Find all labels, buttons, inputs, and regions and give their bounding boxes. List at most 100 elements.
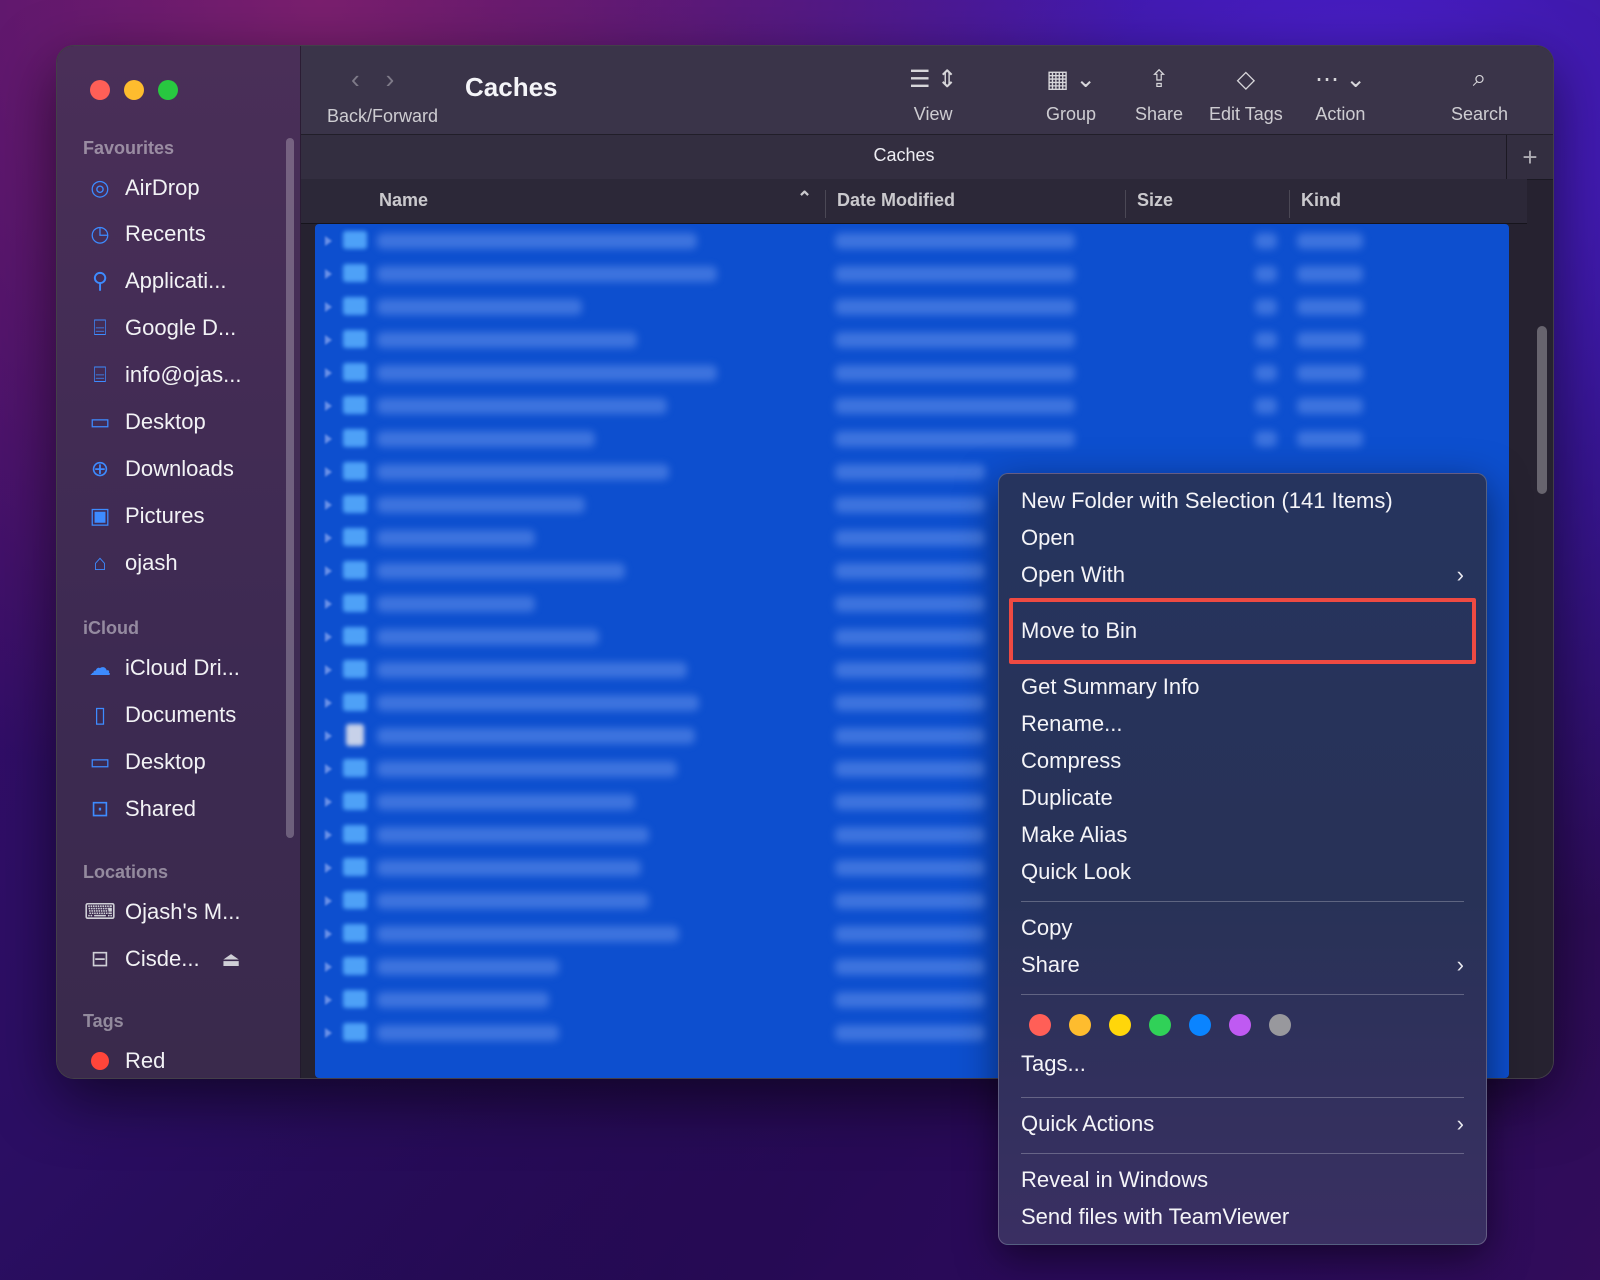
table-row[interactable] <box>315 290 1509 323</box>
disclosure-triangle-icon[interactable] <box>325 401 332 411</box>
menu-item-rename[interactable]: Rename... <box>1021 707 1464 741</box>
edit-tags-button[interactable]: ◇ Edit Tags <box>1209 64 1283 125</box>
sort-ascending-icon[interactable]: ⌃ <box>797 188 812 209</box>
sidebar-item-documents[interactable]: ▯ Documents <box>87 697 236 733</box>
close-button[interactable] <box>90 80 110 100</box>
action-button[interactable]: ⋯ ⌄ Action <box>1315 64 1366 125</box>
disclosure-triangle-icon[interactable] <box>325 962 332 972</box>
menu-item-get-summary-info[interactable]: Get Summary Info <box>1021 670 1464 704</box>
disclosure-triangle-icon[interactable] <box>325 830 332 840</box>
sidebar-scrollbar[interactable] <box>286 138 294 838</box>
toolbar: ‹ › Back/Forward Caches ☰ ⇕ View ▦ ⌄ Gro… <box>301 46 1553 134</box>
disclosure-triangle-icon[interactable] <box>325 731 332 741</box>
disclosure-triangle-icon[interactable] <box>325 599 332 609</box>
table-row[interactable] <box>315 422 1509 455</box>
menu-item-new-folder-with-selection[interactable]: New Folder with Selection (141 Items) <box>1021 484 1464 518</box>
tag-color-dot[interactable] <box>1029 1014 1051 1036</box>
menu-item-quick-look[interactable]: Quick Look <box>1021 855 1464 889</box>
menu-item-open[interactable]: Open <box>1021 521 1464 555</box>
table-row[interactable] <box>315 356 1509 389</box>
list-scrollbar[interactable] <box>1537 326 1547 494</box>
disclosure-triangle-icon[interactable] <box>325 995 332 1005</box>
forward-arrow-icon[interactable]: › <box>386 64 395 95</box>
menu-item-reveal-in-windows[interactable]: Reveal in Windows <box>1021 1163 1464 1197</box>
sidebar-item-external-drive[interactable]: ⊟ Cisde... ⏏ <box>87 941 241 977</box>
disclosure-triangle-icon[interactable] <box>325 665 332 675</box>
disclosure-triangle-icon[interactable] <box>325 500 332 510</box>
column-date-modified[interactable]: Date Modified <box>837 190 955 211</box>
sidebar-item-recents[interactable]: ◷ Recents <box>87 216 205 252</box>
zoom-button[interactable] <box>158 80 178 100</box>
folder-icon <box>343 1023 367 1041</box>
sidebar-item-applications[interactable]: ⚲ Applicati... <box>87 263 227 299</box>
disclosure-triangle-icon[interactable] <box>325 764 332 774</box>
tag-color-dot[interactable] <box>1069 1014 1091 1036</box>
blurred-name <box>377 299 582 315</box>
tag-color-dot[interactable] <box>1189 1014 1211 1036</box>
disclosure-triangle-icon[interactable] <box>325 797 332 807</box>
menu-item-make-alias[interactable]: Make Alias <box>1021 818 1464 852</box>
tab-caches[interactable]: Caches <box>301 145 1507 166</box>
tag-color-dot[interactable] <box>1109 1014 1131 1036</box>
table-row[interactable] <box>315 389 1509 422</box>
sidebar-item-shared[interactable]: ⊡ Shared <box>87 791 196 827</box>
menu-item-share[interactable]: Share › <box>1021 948 1464 982</box>
blurred-date <box>835 926 985 942</box>
table-row[interactable] <box>315 224 1509 257</box>
group-button[interactable]: ▦ ⌄ Group <box>1046 64 1096 125</box>
blurred-name <box>377 563 625 579</box>
menu-item-tags[interactable]: Tags... <box>1021 1047 1464 1081</box>
share-button[interactable]: ⇪ Share <box>1135 64 1183 125</box>
view-button[interactable]: ☰ ⇕ View <box>909 64 957 125</box>
disclosure-triangle-icon[interactable] <box>325 929 332 939</box>
column-kind[interactable]: Kind <box>1301 190 1341 211</box>
menu-item-copy[interactable]: Copy <box>1021 911 1464 945</box>
new-tab-plus-icon[interactable]: + <box>1506 135 1553 179</box>
sidebar-item-mac[interactable]: ⌨ Ojash's M... <box>84 894 240 930</box>
menu-item-open-with[interactable]: Open With › <box>1021 558 1464 592</box>
sidebar-item-airdrop[interactable]: ◎ AirDrop <box>87 170 199 206</box>
disclosure-triangle-icon[interactable] <box>325 896 332 906</box>
minimize-button[interactable] <box>124 80 144 100</box>
disclosure-triangle-icon[interactable] <box>325 467 332 477</box>
sidebar-item-info-drive[interactable]: ⌸ info@ojas... <box>87 357 241 393</box>
eject-icon[interactable]: ⏏ <box>222 947 241 972</box>
menu-item-quick-actions[interactable]: Quick Actions › <box>1021 1107 1464 1141</box>
disclosure-triangle-icon[interactable] <box>325 335 332 345</box>
tag-color-dot[interactable] <box>1269 1014 1291 1036</box>
disclosure-triangle-icon[interactable] <box>325 632 332 642</box>
menu-item-move-to-bin[interactable]: Move to Bin <box>1021 614 1464 648</box>
disclosure-triangle-icon[interactable] <box>325 236 332 246</box>
menu-item-send-files-teamviewer[interactable]: Send files with TeamViewer <box>1021 1200 1464 1234</box>
sidebar-item-icloud-desktop[interactable]: ▭ Desktop <box>87 744 206 780</box>
sidebar-item-home[interactable]: ⌂ ojash <box>87 545 177 581</box>
sidebar-item-downloads[interactable]: ⊕ Downloads <box>87 451 234 487</box>
column-size[interactable]: Size <box>1137 190 1173 211</box>
tag-color-dot[interactable] <box>1229 1014 1251 1036</box>
sidebar-item-tag-red[interactable]: Red <box>87 1043 165 1078</box>
sidebar-item-google-drive[interactable]: ⌸ Google D... <box>87 310 236 346</box>
disclosure-triangle-icon[interactable] <box>325 863 332 873</box>
sidebar-item-pictures[interactable]: ▣ Pictures <box>87 498 205 534</box>
sidebar-item-desktop[interactable]: ▭ Desktop <box>87 404 206 440</box>
window-title: Caches <box>465 72 558 102</box>
disclosure-triangle-icon[interactable] <box>325 269 332 279</box>
disclosure-triangle-icon[interactable] <box>325 434 332 444</box>
search-button[interactable]: ⌕ Search <box>1451 64 1508 125</box>
table-row[interactable] <box>315 257 1509 290</box>
disclosure-triangle-icon[interactable] <box>325 533 332 543</box>
disclosure-triangle-icon[interactable] <box>325 368 332 378</box>
menu-item-compress[interactable]: Compress <box>1021 744 1464 778</box>
sidebar-item-icloud-drive[interactable]: ☁ iCloud Dri... <box>87 650 240 686</box>
disclosure-triangle-icon[interactable] <box>325 566 332 576</box>
back-arrow-icon[interactable]: ‹ <box>351 64 360 95</box>
menu-item-duplicate[interactable]: Duplicate <box>1021 781 1464 815</box>
disclosure-triangle-icon[interactable] <box>325 698 332 708</box>
tag-color-dot[interactable] <box>1149 1014 1171 1036</box>
disclosure-triangle-icon[interactable] <box>325 1028 332 1038</box>
blurred-date <box>835 794 985 810</box>
table-row[interactable] <box>315 323 1509 356</box>
disclosure-triangle-icon[interactable] <box>325 302 332 312</box>
column-name[interactable]: Name <box>379 190 428 211</box>
blurred-date <box>835 497 985 513</box>
